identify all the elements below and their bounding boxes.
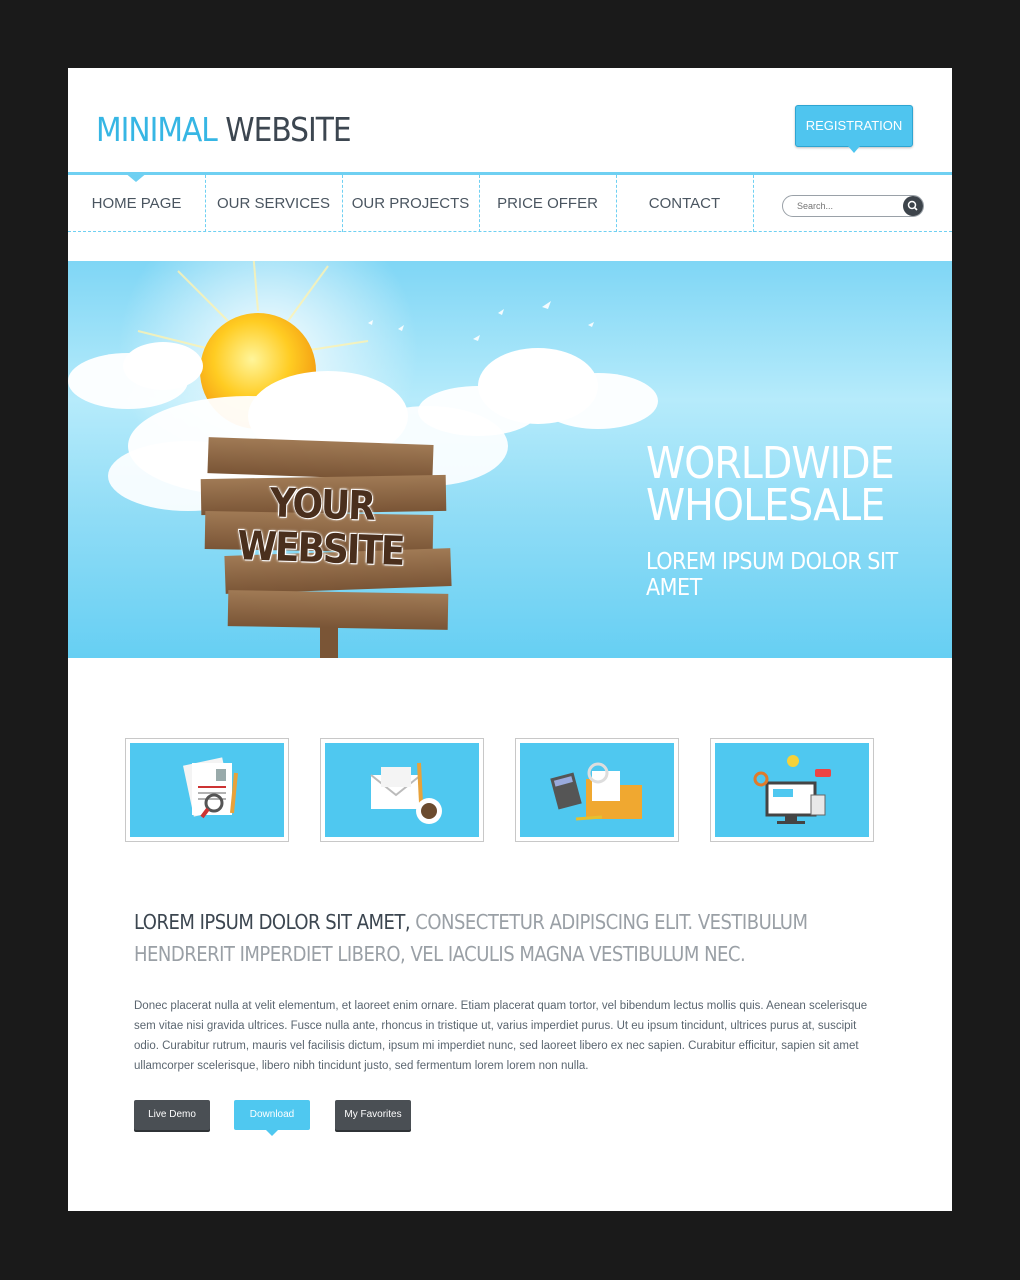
my-favorites-button[interactable]: My Favorites bbox=[335, 1100, 411, 1130]
sign-text-line1: YOUR bbox=[268, 480, 375, 530]
documents-search-icon bbox=[183, 757, 238, 819]
hero-banner: YOUR WEBSITE WORLDWIDE WHOLESALE LOREM I… bbox=[68, 261, 952, 658]
thumbnail-mail[interactable] bbox=[320, 738, 484, 842]
sign-text-line2: WEBSITE bbox=[236, 523, 405, 575]
active-nav-indicator bbox=[124, 172, 148, 182]
logo-part-minimal: MINIMAL bbox=[96, 110, 218, 149]
hero-title: WORLDWIDE WHOLESALE bbox=[646, 438, 895, 531]
webpage-template: MINIMAL WEBSITE REGISTRATION HOME PAGE O… bbox=[68, 68, 952, 1211]
thumbnail-folder[interactable] bbox=[515, 738, 679, 842]
mail-coffee-icon bbox=[370, 762, 442, 824]
computer-ideas-icon bbox=[753, 755, 831, 824]
search-button[interactable] bbox=[903, 196, 923, 216]
registration-button[interactable]: REGISTRATION bbox=[795, 105, 913, 153]
hero-subtitle: LOREM IPSUM DOLOR SIT AMET bbox=[646, 549, 898, 601]
site-logo[interactable]: MINIMAL WEBSITE bbox=[96, 110, 352, 149]
live-demo-button[interactable]: Live Demo bbox=[134, 1100, 210, 1130]
nav-item-price-offer[interactable]: PRICE OFFER bbox=[479, 175, 617, 232]
nav-item-projects[interactable]: OUR PROJECTS bbox=[342, 175, 480, 232]
nav-item-contact[interactable]: CONTACT bbox=[616, 175, 754, 232]
content-body: Donec placerat nulla at velit elementum,… bbox=[134, 1000, 868, 1072]
thumbnail-computer[interactable] bbox=[710, 738, 874, 842]
nav-item-home[interactable]: HOME PAGE bbox=[68, 175, 206, 232]
nav-item-services[interactable]: OUR SERVICES bbox=[205, 175, 343, 232]
calculator-folder-icon bbox=[550, 762, 642, 821]
download-button[interactable]: Download bbox=[234, 1100, 310, 1136]
logo-part-website: WEBSITE bbox=[225, 110, 351, 149]
content-headline: LOREM IPSUM DOLOR SIT AMET, CONSECTETUR … bbox=[134, 906, 894, 970]
sign-text: YOUR WEBSITE bbox=[236, 480, 406, 575]
thumbnail-documents[interactable] bbox=[125, 738, 289, 842]
headline-dark: LOREM IPSUM DOLOR SIT AMET, bbox=[134, 910, 411, 934]
main-nav: HOME PAGE OUR SERVICES OUR PROJECTS PRIC… bbox=[68, 172, 952, 232]
search-icon bbox=[907, 200, 918, 211]
